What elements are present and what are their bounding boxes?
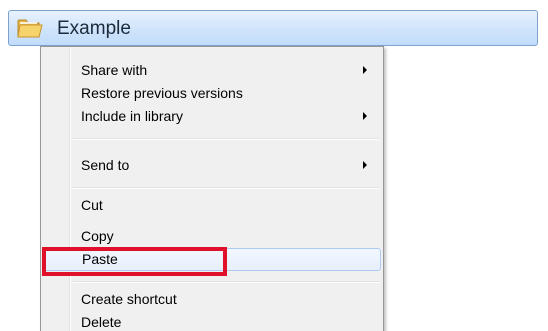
explorer-view: Example Share with Restore previous vers… [0, 0, 548, 331]
menu-item-create-shortcut[interactable]: Create shortcut [43, 288, 381, 311]
menu-item-label: Restore previous versions [81, 85, 243, 101]
menu-separator [73, 281, 379, 283]
menu-separator [73, 138, 379, 140]
menu-item-label: Create shortcut [81, 291, 177, 307]
menu-item-label: Include in library [81, 108, 183, 124]
menu-item-cut[interactable]: Cut [43, 194, 381, 217]
menu-item-restore-previous-versions[interactable]: Restore previous versions [43, 82, 381, 105]
left-blank-area [0, 46, 40, 331]
menu-item-include-in-library[interactable]: Include in library [43, 105, 381, 128]
menu-item-label: Copy [81, 228, 114, 244]
selected-folder-row[interactable]: Example [8, 10, 538, 46]
menu-separator [73, 187, 379, 189]
menu-item-label: Delete [81, 314, 122, 330]
submenu-arrow-icon [363, 112, 367, 120]
menu-item-send-to[interactable]: Send to [43, 154, 381, 177]
menu-item-share-with[interactable]: Share with [43, 59, 381, 82]
annotation-highlight-box [42, 247, 227, 276]
folder-icon [17, 19, 43, 38]
menu-item-label: Send to [81, 157, 130, 173]
submenu-arrow-icon [363, 161, 367, 169]
menu-item-copy[interactable]: Copy [43, 225, 381, 248]
submenu-arrow-icon [363, 66, 367, 74]
menu-item-label: Cut [81, 197, 103, 213]
menu-item-label: Share with [81, 62, 148, 78]
menu-item-delete[interactable]: Delete [43, 311, 381, 331]
context-menu: Share with Restore previous versions Inc… [40, 46, 384, 331]
folder-name: Example [57, 18, 131, 39]
